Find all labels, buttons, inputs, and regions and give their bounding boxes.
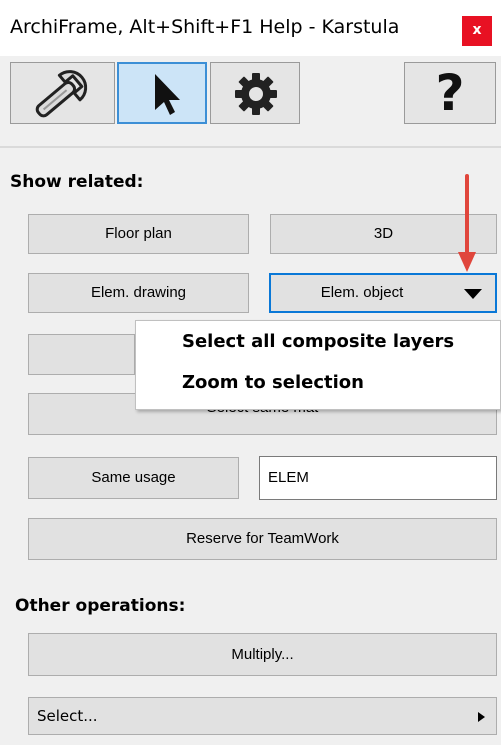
other-operations-heading: Other operations: xyxy=(15,596,186,616)
help-tab[interactable]: ? xyxy=(404,62,496,124)
toolbar-divider xyxy=(0,146,501,148)
submenu-arrow-icon xyxy=(478,712,485,722)
elem-object-label: Elem. object xyxy=(320,284,404,301)
multiply-button[interactable]: Multiply... xyxy=(28,633,497,676)
wrench-icon xyxy=(35,70,88,118)
menu-item-select-all-composite-layers[interactable]: Select all composite layers xyxy=(182,331,454,352)
usage-input[interactable]: ELEM xyxy=(259,456,497,500)
tools-tab[interactable] xyxy=(10,62,115,124)
help-question-icon: ? xyxy=(435,64,465,122)
settings-tab[interactable] xyxy=(210,62,300,124)
elem-object-menu: Select all composite layers Zoom to sele… xyxy=(135,320,501,410)
reserve-teamwork-button[interactable]: Reserve for TeamWork xyxy=(28,518,497,560)
gear-icon xyxy=(235,73,277,115)
select-dropdown[interactable]: Select... xyxy=(28,697,497,735)
select-tab[interactable] xyxy=(117,62,207,124)
main-panel: ? Show related: Floor plan 3D Elem. draw… xyxy=(0,56,501,745)
elem-object-dropdown-toggle[interactable] xyxy=(451,273,497,313)
pointer-arrow-icon xyxy=(155,74,180,115)
title-bar: ArchiFrame, Alt+Shift+F1 Help - Karstula… xyxy=(0,0,501,56)
show-related-heading: Show related: xyxy=(10,172,144,192)
close-button[interactable]: x xyxy=(462,16,492,46)
same-usage-button[interactable]: Same usage xyxy=(28,457,239,499)
window-title: ArchiFrame, Alt+Shift+F1 Help - Karstula xyxy=(10,16,400,38)
menu-item-zoom-to-selection[interactable]: Zoom to selection xyxy=(182,372,364,393)
hidden-button[interactable] xyxy=(28,334,135,375)
elem-drawing-button[interactable]: Elem. drawing xyxy=(28,273,249,313)
floor-plan-button[interactable]: Floor plan xyxy=(28,214,249,254)
dropdown-arrow-icon xyxy=(464,289,482,299)
3d-button[interactable]: 3D xyxy=(270,214,497,254)
select-dropdown-label: Select... xyxy=(37,707,98,725)
